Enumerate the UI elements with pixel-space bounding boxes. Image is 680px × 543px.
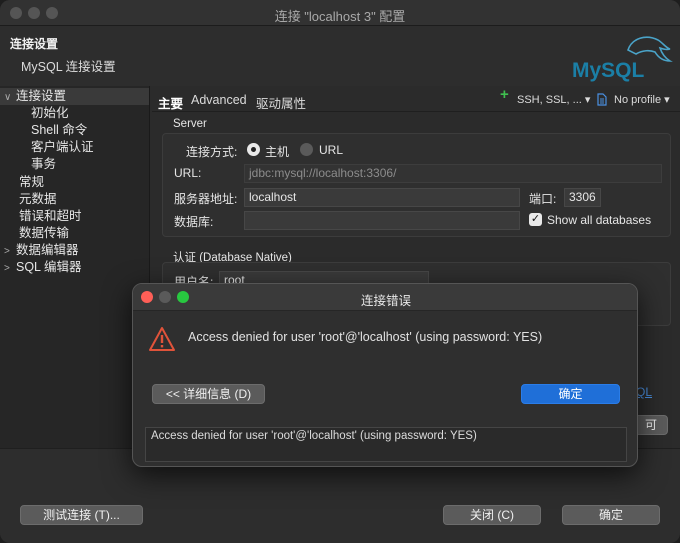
tree-item-label: 连接设置 [16,89,67,103]
url-label: URL: [174,166,202,180]
ok-button[interactable]: 确定 [562,505,660,525]
url-radio-label: URL [319,143,344,157]
dialog-ok-button[interactable]: 确定 [521,384,620,404]
show-all-databases-checkbox[interactable]: ✓ [529,213,542,226]
url-radio[interactable] [300,143,313,156]
tree-item-label: 初始化 [31,106,69,120]
conn-method-label: 连接方式: [186,145,238,159]
url-field[interactable]: jdbc:mysql://localhost:3306/ [244,164,662,183]
tab-advanced[interactable]: Advanced [191,93,247,107]
host-label: 服务器地址: [174,192,238,206]
error-message: Access denied for user 'root'@'localhost… [188,330,543,344]
tree-item-label: SQL 编辑器 [16,260,82,274]
mysql-logo: MySQL [572,36,673,82]
port-field[interactable]: 3306 [564,188,601,207]
logo-text: MySQL [572,59,645,82]
show-all-databases-label: Show all databases [547,213,652,227]
details-button[interactable]: << 详细信息 (D) [152,384,265,404]
tree-item-general[interactable]: 常规 [19,174,44,191]
profile-label: No profile [614,94,662,106]
database-label: 数据库: [174,215,214,229]
tree-item-sql-editor[interactable]: > SQL 编辑器 [4,259,82,276]
tree-item-transactions[interactable]: 事务 [31,156,56,173]
chevron-right-icon[interactable]: > [4,260,16,277]
warning-icon [149,327,175,351]
driver-link[interactable]: QL [636,385,652,399]
profile-select[interactable]: No profile ▾ [614,93,670,106]
host-field[interactable]: localhost [244,188,520,207]
tree-item-errors-timeouts[interactable]: 错误和超时 [19,208,82,225]
database-field[interactable] [244,211,520,230]
settings-header: 连接设置 MySQL 连接设置 MySQL [0,26,680,86]
tree-item-label: 错误和超时 [19,209,82,223]
page-subtitle: MySQL 连接设置 [21,60,116,74]
tree-item-label: 数据传输 [19,226,70,240]
tab-main[interactable]: 主要 [158,93,183,112]
tree-item-metadata[interactable]: 元数据 [19,191,57,208]
connection-error-dialog: 连接错误 Access denied for user 'root'@'loca… [132,283,638,467]
tree-item-connection-settings[interactable]: ∨ 连接设置 [0,88,149,105]
window-titlebar: 连接 "localhost 3" 配置 [0,0,680,26]
plus-icon[interactable]: + [500,86,509,103]
tree-item-client-auth[interactable]: 客户端认证 [31,139,94,156]
chevron-down-icon: ▾ [664,94,670,106]
tree-item-label: 常规 [19,175,45,189]
document-icon [597,93,607,106]
close-button[interactable]: 关闭 (C) [443,505,541,525]
chevron-down-icon: ▾ [584,94,591,106]
tree-item-label: 事务 [31,157,57,171]
tree-item-shell-commands[interactable]: Shell 命令 [31,122,87,139]
tab-driver-properties[interactable]: 驱动属性 [256,93,306,112]
server-group-label: Server [173,118,207,130]
tree-item-data-transfer[interactable]: 数据传输 [19,225,69,242]
ssh-ssl-label: SSH, SSL, ... [517,94,582,106]
dialog-title: 连接错误 [360,294,411,308]
ssh-ssl-menu[interactable]: SSH, SSL, ... ▾ [517,93,590,106]
chevron-down-icon[interactable]: ∨ [4,89,16,106]
tab-bar: 主要 Advanced 驱动属性 + SSH, SSL, ... ▾ No pr… [152,86,680,112]
port-label: 端口: [529,192,557,206]
dialog-titlebar: 连接错误 [133,284,637,311]
tree-item-data-editor[interactable]: > 数据编辑器 [4,242,79,259]
error-details-text: Access denied for user 'root'@'localhost… [145,427,627,462]
tree-item-init[interactable]: 初始化 [31,105,69,122]
page-title: 连接设置 [10,37,59,51]
tree-item-label: 数据编辑器 [16,243,79,257]
chevron-right-icon[interactable]: > [4,243,16,260]
test-connection-button[interactable]: 测试连接 (T)... [20,505,143,525]
window-title: 连接 "localhost 3" 配置 [274,9,406,24]
host-radio-label: 主机 [265,145,290,159]
edit-driver-button[interactable]: 可 [634,415,668,435]
tree-item-label: 客户端认证 [31,140,94,154]
tree-item-label: Shell 命令 [31,123,88,137]
tree-item-label: 元数据 [19,192,57,206]
host-radio[interactable] [247,143,260,156]
settings-tree: ∨ 连接设置 初始化 Shell 命令 客户端认证 事务 常规 元数据 错误和超时… [0,86,150,448]
server-group: 连接方式: 主机 URL URL: jdbc:mysql://localhost… [162,133,671,237]
